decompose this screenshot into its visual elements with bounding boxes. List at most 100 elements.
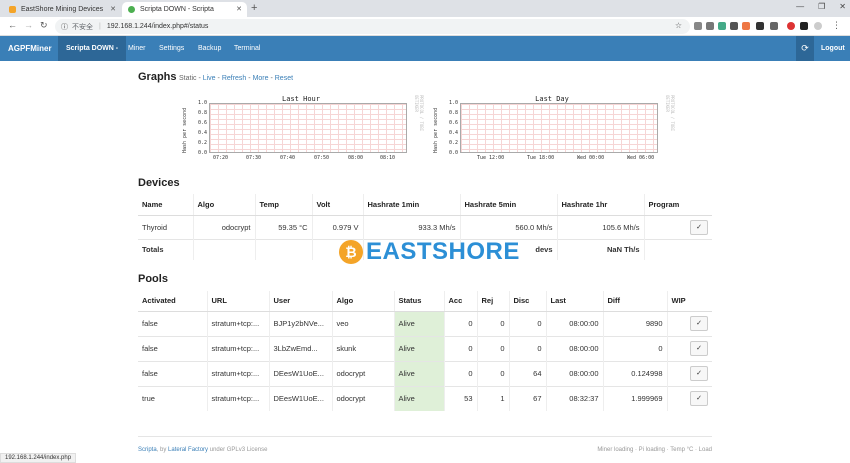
nav-scripta-status[interactable]: Scripta DOWN - — [58, 36, 127, 61]
col-header: Program — [643, 194, 712, 216]
graph-last-day: Last Day Hash per second 1.0 0.8 0.6 0.4… — [427, 93, 677, 165]
tab-scripta[interactable]: Scripta DOWN - Scripta ✕ — [122, 2, 247, 17]
device-hashrate-1hr: 105.6 Mh/s — [556, 214, 644, 239]
profile-avatar[interactable] — [814, 22, 822, 30]
device-hashrate-1min: 933.3 Mh/s — [362, 214, 460, 239]
graph-credit: PROTOCOL / TOBI OETIKER — [665, 95, 675, 132]
graph-ytick: 0.6 — [449, 120, 459, 126]
footer-by: , by — [156, 447, 169, 453]
extension-icon[interactable] — [770, 22, 778, 30]
device-algo: odocrypt — [192, 214, 255, 239]
extension-icon[interactable] — [742, 22, 750, 30]
col-header: Status — [393, 291, 444, 312]
wip-button[interactable]: ✓ — [690, 316, 708, 331]
graph-ytick: 1.0 — [198, 100, 208, 106]
pool-disc: 0 — [508, 310, 546, 336]
maximize-icon[interactable]: ❐ — [818, 2, 825, 11]
close-tab-icon[interactable]: ✕ — [110, 5, 116, 13]
graph-refresh-link[interactable]: Refresh — [222, 75, 247, 82]
table-row: false stratum+tcp:... 3LbZwEmd... skunk … — [138, 335, 712, 361]
url-field[interactable]: ⓘ 不安全 | 192.168.1.244/index.php#/status … — [55, 19, 690, 34]
col-header: Disc — [508, 291, 546, 312]
graph-ytick: 0.4 — [198, 130, 208, 136]
new-tab-icon[interactable]: + — [251, 2, 257, 14]
minimize-icon[interactable]: — — [796, 2, 804, 11]
extension-icon[interactable] — [694, 22, 702, 30]
graph-live-link[interactable]: Live — [203, 75, 216, 82]
table-row: true stratum+tcp:... DEesW1UoE... odocry… — [138, 385, 712, 411]
extension-icon[interactable] — [800, 22, 808, 30]
graph-ytick: 0.4 — [449, 130, 459, 136]
graph-title: Last Hour — [282, 95, 320, 103]
graph-plot-area — [460, 103, 658, 153]
nav-miner[interactable]: Miner — [120, 36, 154, 61]
pool-algo: veo — [331, 310, 394, 336]
tab-title: Scripta DOWN - Scripta — [140, 6, 214, 13]
brand[interactable]: AGPFMiner — [8, 44, 52, 53]
pool-url: stratum+tcp:... — [206, 335, 269, 361]
extension-icon[interactable] — [718, 22, 726, 30]
totals-rate: NaN Th/s — [556, 238, 644, 260]
pool-diff: 9890 — [602, 310, 667, 336]
graph-xtick: 08:00 — [348, 155, 364, 161]
graph-xtick: Tue 12:00 — [477, 155, 505, 161]
nav-settings[interactable]: Settings — [151, 36, 192, 61]
pool-activated: false — [138, 310, 207, 336]
forward-icon[interactable]: → — [24, 20, 33, 30]
pool-user: DEesW1UoE... — [268, 385, 332, 411]
col-header: Acc — [443, 291, 477, 312]
extension-icon[interactable] — [730, 22, 738, 30]
col-header: Name — [138, 194, 193, 216]
logout-button[interactable]: Logout — [821, 36, 845, 61]
back-icon[interactable]: ← — [8, 20, 17, 30]
pool-acc: 53 — [443, 385, 477, 411]
wip-button[interactable]: ✓ — [690, 391, 708, 407]
pool-status: Alive — [393, 360, 444, 386]
graph-xtick: 07:30 — [246, 155, 262, 161]
pool-acc: 0 — [443, 310, 477, 336]
pool-activated: false — [138, 335, 207, 361]
device-name: Thyroid — [138, 214, 193, 239]
program-button[interactable]: ✓ — [690, 219, 708, 235]
graphs-heading: Graphs — [138, 71, 177, 83]
graph-ytick: 0.8 — [449, 110, 459, 116]
graph-reset-link[interactable]: Reset — [275, 75, 293, 82]
bookmark-star-icon[interactable]: ☆ — [675, 21, 682, 30]
tab-eastshore[interactable]: EastShore Mining Devices ✕ — [3, 2, 121, 17]
nav-terminal[interactable]: Terminal — [226, 36, 268, 61]
menu-kebab-icon[interactable]: ⋮ — [832, 20, 841, 31]
graph-more-link[interactable]: More — [253, 75, 269, 82]
pool-rej: 1 — [476, 385, 509, 411]
close-tab-icon[interactable]: ✕ — [236, 5, 242, 13]
wip-button[interactable]: ✓ — [690, 366, 708, 381]
pool-last: 08:00:00 — [545, 360, 603, 386]
graph-ytick: 0.2 — [198, 140, 208, 146]
pool-user: BJP1y2bNVe... — [268, 310, 332, 336]
tab-title: EastShore Mining Devices — [21, 6, 104, 13]
col-header: Last — [545, 291, 603, 312]
extension-icon[interactable] — [706, 22, 714, 30]
nav-backup[interactable]: Backup — [190, 36, 229, 61]
refresh-icon[interactable]: ⟳ — [796, 36, 814, 61]
graph-xtick: 08:10 — [380, 155, 396, 161]
footer-scripta-link[interactable]: Scripta — [138, 447, 157, 453]
extension-icon[interactable] — [756, 22, 764, 30]
reload-icon[interactable]: ↻ — [40, 20, 48, 31]
info-icon[interactable]: ⓘ — [61, 22, 68, 32]
device-temp: 59.35 °C — [254, 214, 312, 239]
pool-algo: skunk — [331, 335, 394, 361]
status-url-tooltip: 192.168.1.244/index.php — [0, 453, 77, 463]
devices-heading: Devices — [138, 177, 180, 189]
tab-favicon-icon — [128, 6, 135, 13]
col-header: Activated — [138, 291, 207, 312]
footer-company-link[interactable]: Lateral Factory — [168, 447, 208, 453]
extension-icon[interactable] — [787, 22, 795, 30]
pool-acc: 0 — [443, 360, 477, 386]
pool-activated: true — [138, 385, 207, 411]
footer-credits: Scripta, by Lateral Factory under GPLv3 … — [138, 447, 267, 453]
close-window-icon[interactable]: ✕ — [839, 2, 846, 11]
wip-button[interactable]: ✓ — [690, 341, 708, 356]
col-header: Rej — [476, 291, 509, 312]
col-header: WIP — [666, 291, 712, 312]
separator: | — [99, 23, 101, 30]
